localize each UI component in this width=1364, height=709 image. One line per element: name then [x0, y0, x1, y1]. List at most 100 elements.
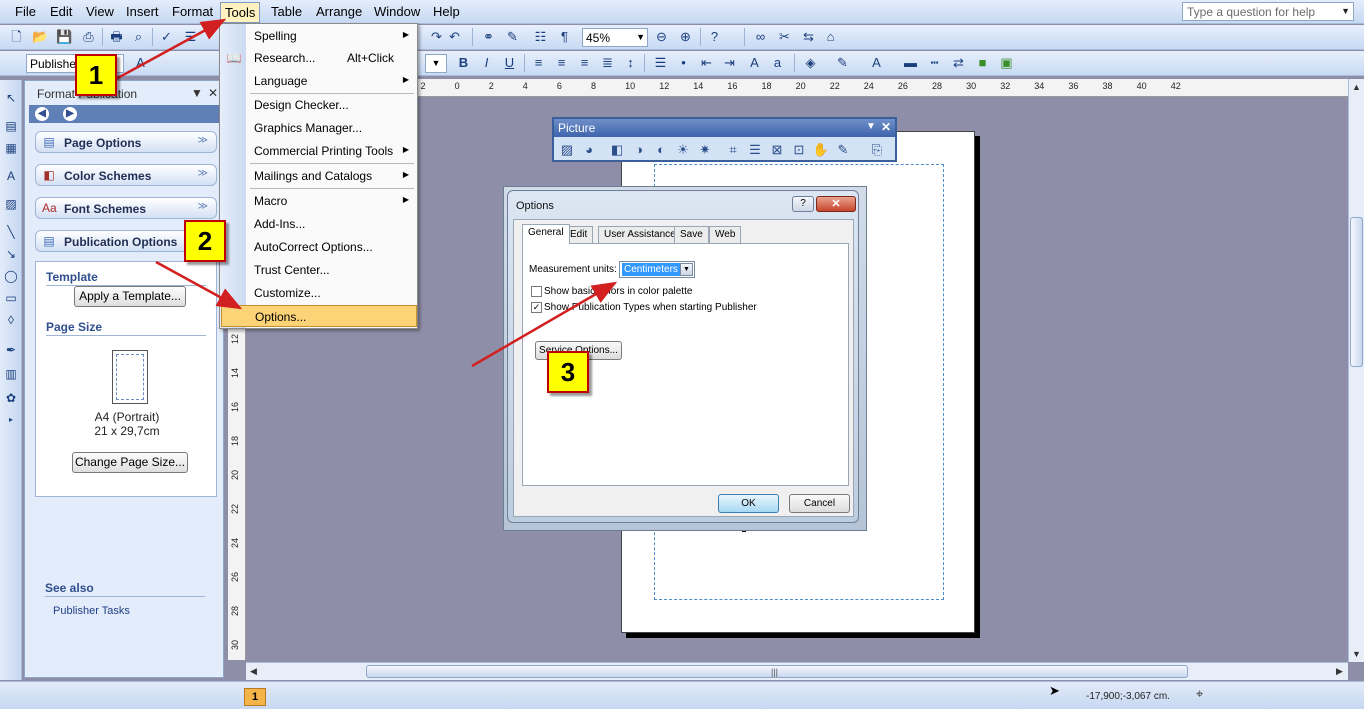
scroll-up-icon[interactable]: ▲ [1352, 82, 1361, 92]
font-size-select[interactable]: ▼ [425, 54, 447, 73]
open-folder-icon[interactable]: 📂 [32, 28, 49, 45]
line-icon[interactable]: ╲ [3, 224, 19, 240]
spelling-icon[interactable]: ✓ [158, 28, 175, 45]
font-color-icon[interactable]: A [868, 54, 885, 71]
select-pointer-icon[interactable]: ↖ [3, 90, 19, 106]
pilcrow-icon[interactable]: ¶ [556, 28, 573, 45]
zoom-select[interactable]: 45% ▼ [582, 28, 648, 47]
styles-icon[interactable]: A [132, 54, 149, 71]
less-contrast-icon[interactable]: ◑ [630, 141, 648, 159]
justify-icon[interactable]: ≣ [599, 54, 616, 71]
research-icon[interactable]: ☰ [182, 28, 199, 45]
menu-item-commercial-printing[interactable]: Commercial Printing Tools ▶ [221, 140, 417, 162]
format-picture-icon[interactable]: ✋ [812, 141, 830, 159]
cancel-button[interactable]: Cancel [789, 494, 850, 513]
tab-save[interactable]: Save [674, 226, 709, 243]
send-icon[interactable]: ⇆ [800, 28, 817, 45]
wordart-icon[interactable]: A [3, 168, 19, 184]
tab-user-assistance[interactable]: User Assistance [598, 226, 682, 243]
close-icon[interactable]: ✕ [208, 86, 218, 100]
tab-web[interactable]: Web [709, 226, 742, 243]
ok-button[interactable]: OK [718, 494, 779, 513]
chevron-down-icon[interactable]: ▼ [1341, 6, 1350, 16]
reset-picture-icon[interactable]: ⎘ [868, 141, 886, 159]
autoshapes-icon[interactable]: ◊ [3, 312, 19, 328]
menu-arrange[interactable]: Arrange [313, 4, 365, 19]
vertical-scroll-thumb[interactable] [1350, 217, 1363, 367]
insert-picture-icon[interactable]: ▨ [558, 141, 576, 159]
menu-item-add-ins[interactable]: Add-Ins... [221, 213, 417, 235]
align-right-icon[interactable]: ≡ [576, 54, 593, 71]
more-contrast-icon[interactable]: ◧ [608, 141, 626, 159]
increase-indent-icon[interactable]: ⇥ [721, 54, 738, 71]
help-search-input[interactable]: Type a question for help ▼ [1182, 2, 1354, 21]
publication-types-checkbox[interactable]: ✓ [531, 302, 542, 313]
redo-icon[interactable]: ↷ [428, 28, 445, 45]
menu-edit[interactable]: Edit [47, 4, 75, 19]
menu-tools[interactable]: Tools [220, 2, 261, 23]
bold-icon[interactable]: B [455, 54, 472, 71]
horizontal-scrollbar[interactable]: ◀ ||| ▶ [246, 662, 1348, 680]
menu-item-graphics-manager[interactable]: Graphics Manager... [221, 117, 417, 139]
oval-icon[interactable]: ◯ [3, 268, 19, 284]
help-button[interactable]: ? [792, 196, 814, 212]
chevron-down-icon[interactable]: ▼ [191, 86, 203, 100]
menu-item-macro[interactable]: Macro ▶ [221, 190, 417, 212]
horizontal-scroll-thumb[interactable]: ||| [366, 665, 1188, 678]
tab-general[interactable]: General [522, 224, 570, 244]
page-navigator[interactable]: 1 [244, 688, 266, 706]
italic-icon[interactable]: I [478, 54, 495, 71]
align-left-icon[interactable]: ≡ [530, 54, 547, 71]
design-gallery-icon[interactable]: ✒ [3, 342, 19, 358]
set-transparent-icon[interactable]: ✎ [834, 141, 852, 159]
business-info-icon[interactable]: ▥ [3, 366, 19, 382]
numbering-icon[interactable]: ☰ [652, 54, 669, 71]
vertical-scrollbar[interactable]: ▲ ▼ [1348, 79, 1364, 662]
bullets-icon[interactable]: • [675, 54, 692, 71]
shadow-style-icon[interactable]: ■ [974, 54, 991, 71]
chevron-down-icon[interactable]: ▼ [636, 32, 645, 42]
brightness-icon[interactable]: ✷ [696, 141, 714, 159]
menu-item-trust-center[interactable]: Trust Center... [221, 259, 417, 281]
menu-item-mailings[interactable]: Mailings and Catalogs ▶ [221, 165, 417, 187]
menu-item-customize[interactable]: Customize... [221, 282, 417, 304]
align-center-icon[interactable]: ≡ [553, 54, 570, 71]
underline-icon[interactable]: U [501, 54, 518, 71]
text-wrapping-icon[interactable]: ⊡ [790, 141, 808, 159]
close-button[interactable]: ✕ [816, 196, 856, 212]
dash-style-icon[interactable]: ┅ [926, 54, 943, 71]
more-brightness-icon[interactable]: ◐ [652, 141, 670, 159]
save-icon[interactable]: 💾 [56, 28, 73, 45]
less-brightness-icon[interactable]: ☀ [674, 141, 692, 159]
columns-icon[interactable]: ☷ [532, 28, 549, 45]
arrow-style-icon[interactable]: ⇄ [950, 54, 967, 71]
new-document-icon[interactable]: 🗋 [8, 28, 25, 45]
clip-art-icon[interactable]: ✿ [3, 390, 19, 406]
link-icon[interactable]: ∞ [752, 28, 769, 45]
apply-template-button[interactable]: Apply a Template... [74, 286, 186, 307]
help-icon[interactable]: ? [706, 28, 723, 45]
menu-item-spelling[interactable]: Spelling ▶ [221, 25, 417, 47]
zoom-out-icon[interactable]: ⊖ [653, 28, 670, 45]
menu-window[interactable]: Window [371, 4, 423, 19]
table-icon[interactable]: ▦ [3, 140, 19, 156]
picture-icon[interactable]: ▨ [3, 196, 19, 212]
more-tools-icon[interactable]: ▸ [3, 412, 19, 428]
zoom-in-icon[interactable]: ⊕ [677, 28, 694, 45]
publisher-tasks-link[interactable]: Publisher Tasks [53, 605, 130, 617]
close-icon[interactable]: ✕ [881, 120, 891, 134]
decrease-indent-icon[interactable]: ⇤ [698, 54, 715, 71]
print-preview-icon[interactable]: 🖶 [108, 28, 125, 45]
forward-icon[interactable]: ▶ [63, 107, 77, 121]
text-box-icon[interactable]: ▤ [3, 118, 19, 134]
picture-toolbar-title[interactable]: Picture [554, 119, 895, 137]
menu-item-language[interactable]: Language ▶ [221, 70, 417, 92]
rectangle-icon[interactable]: ▭ [3, 290, 19, 306]
unlink-icon[interactable]: ✂ [776, 28, 793, 45]
menu-help[interactable]: Help [430, 4, 463, 19]
menu-item-design-checker[interactable]: Design Checker... [221, 94, 417, 116]
menu-format[interactable]: Format [169, 4, 216, 19]
shrink-font-icon[interactable]: a [769, 54, 786, 71]
basic-colors-checkbox[interactable] [531, 286, 542, 297]
grow-font-icon[interactable]: A [746, 54, 763, 71]
